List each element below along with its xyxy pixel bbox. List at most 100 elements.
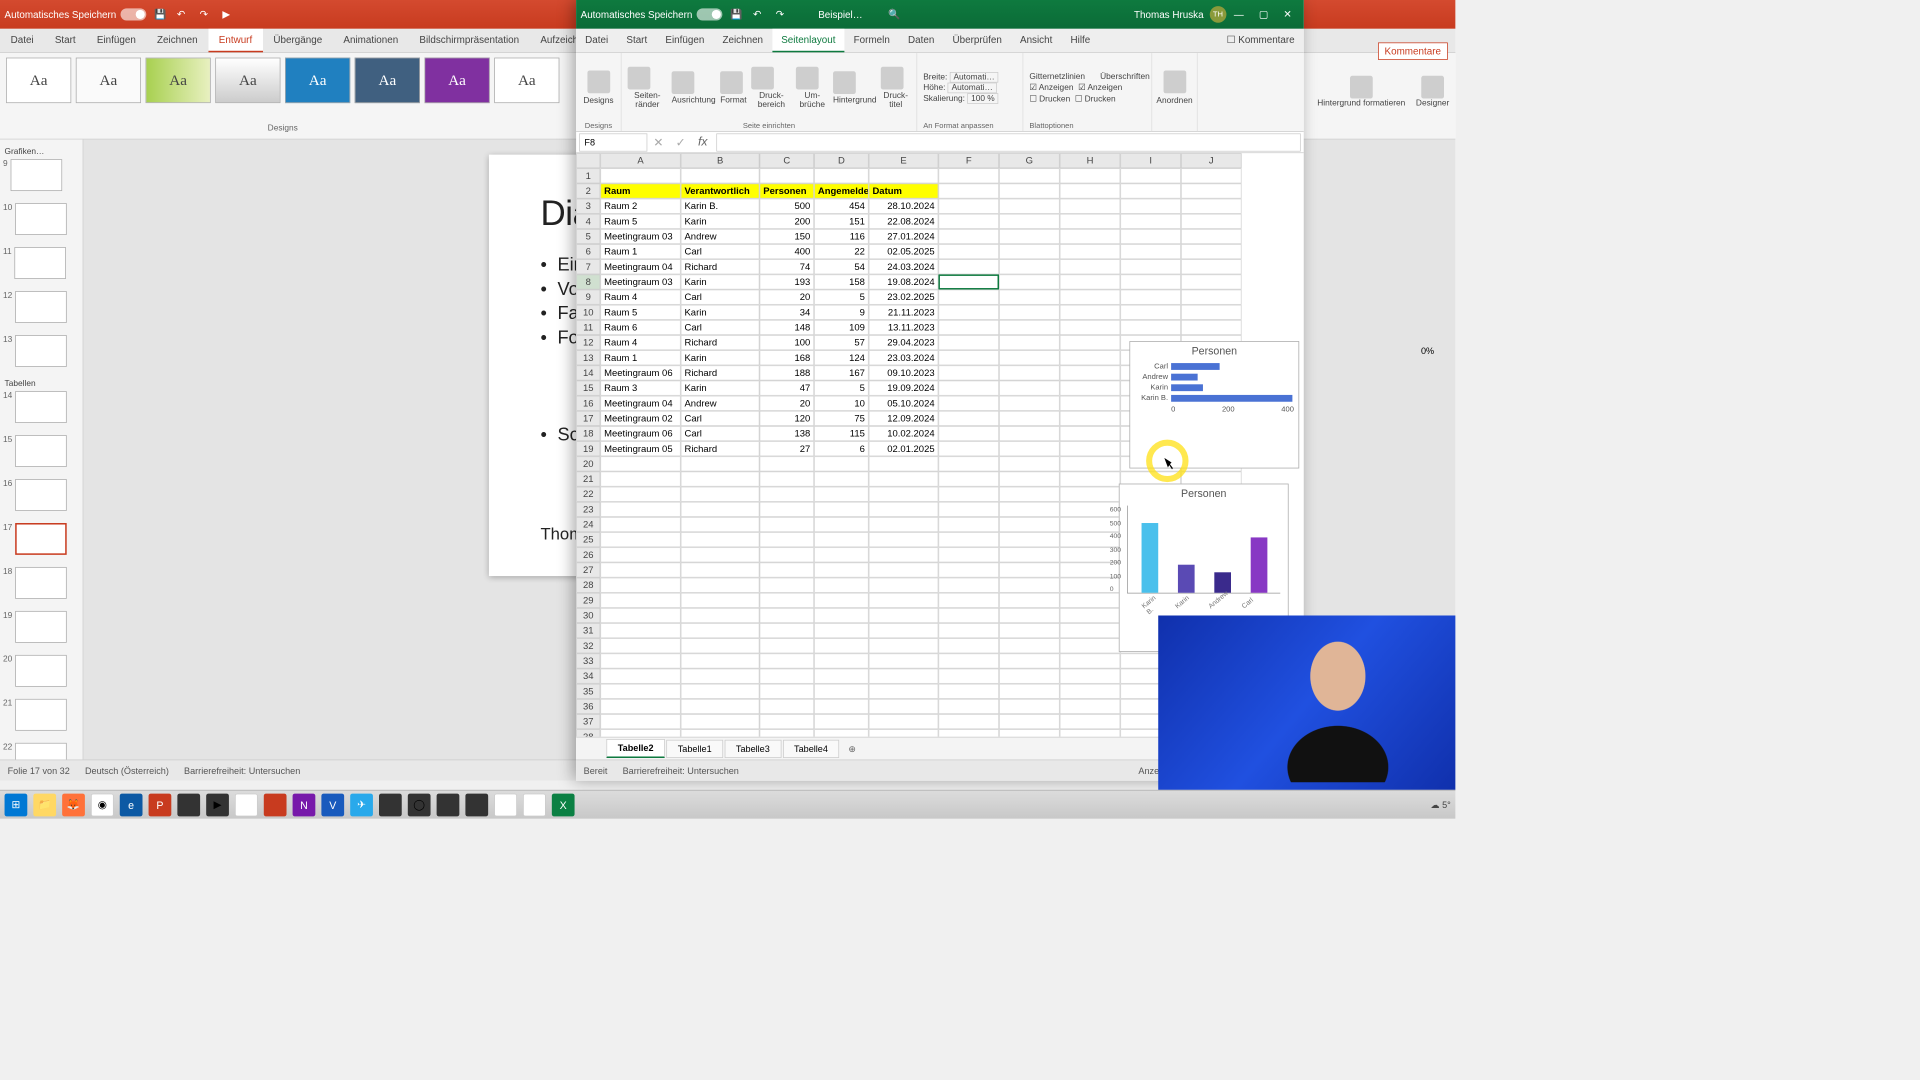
- slide-thumbnail[interactable]: 14: [3, 391, 80, 423]
- minimize-icon[interactable]: —: [1234, 9, 1244, 20]
- powerpoint-icon[interactable]: P: [149, 793, 172, 816]
- accessibility-status[interactable]: Barrierefreiheit: Untersuchen: [623, 765, 739, 776]
- ribbon-tab-einfügen[interactable]: Einfügen: [656, 29, 713, 52]
- slide-thumbnail[interactable]: 22: [3, 743, 80, 760]
- name-box[interactable]: [579, 133, 647, 151]
- telegram-icon[interactable]: ✈: [350, 793, 373, 816]
- margins-button[interactable]: Seiten-ränder: [628, 66, 667, 108]
- breaks-button[interactable]: Um-brüche: [796, 66, 828, 108]
- ribbon-tab-animationen[interactable]: Animationen: [333, 29, 409, 52]
- print-area-button[interactable]: Druck-bereich: [751, 66, 792, 108]
- user-name[interactable]: Thomas Hruska: [1134, 9, 1204, 20]
- user-avatar[interactable]: TH: [1210, 6, 1227, 23]
- ribbon-tab-entwurf[interactable]: Entwurf: [208, 29, 263, 52]
- slide-thumbnail[interactable]: 11: [3, 247, 80, 279]
- ribbon-tab-übergänge[interactable]: Übergänge: [263, 29, 333, 52]
- print-titles-button[interactable]: Druck-titel: [881, 66, 910, 108]
- autosave-toggle[interactable]: Automatisches Speichern: [5, 8, 147, 20]
- ribbon-tab-seitenlayout[interactable]: Seitenlayout: [772, 29, 844, 52]
- app-icon[interactable]: [379, 793, 402, 816]
- ribbon-tab-formeln[interactable]: Formeln: [845, 29, 899, 52]
- size-button[interactable]: Format: [720, 71, 746, 104]
- fx-icon[interactable]: fx: [698, 135, 707, 149]
- slide-thumbnail[interactable]: 21: [3, 699, 80, 731]
- design-gallery[interactable]: AaAaAa AaAaAa AaAa: [6, 58, 559, 103]
- app-icon[interactable]: ▶: [206, 793, 229, 816]
- chrome-icon[interactable]: ◉: [91, 793, 114, 816]
- sheet-tab[interactable]: Tabelle4: [783, 739, 840, 757]
- onenote-icon[interactable]: N: [293, 793, 316, 816]
- ribbon-tab-datei[interactable]: Datei: [576, 29, 617, 52]
- slide-thumbnail[interactable]: 13: [3, 335, 80, 367]
- designer-button[interactable]: Designer: [1416, 76, 1449, 108]
- sheet-tab[interactable]: Tabelle3: [725, 739, 782, 757]
- slide-thumbnail[interactable]: 12: [3, 291, 80, 323]
- app-icon[interactable]: [235, 793, 258, 816]
- edge-icon[interactable]: e: [120, 793, 143, 816]
- enter-icon[interactable]: ✓: [676, 135, 686, 150]
- slide-thumbnail[interactable]: 20: [3, 655, 80, 687]
- sheet-tab[interactable]: Tabelle2: [606, 739, 664, 758]
- start-button[interactable]: ⊞: [5, 793, 28, 816]
- accessibility-status[interactable]: Barrierefreiheit: Untersuchen: [184, 765, 300, 776]
- slide-thumbnail[interactable]: 15: [3, 435, 80, 467]
- slide-thumbnail[interactable]: 16: [3, 479, 80, 511]
- slide-thumbnail[interactable]: 9: [3, 159, 80, 191]
- new-sheet-button[interactable]: ⊕: [848, 743, 856, 754]
- ribbon-tab-start[interactable]: Start: [44, 29, 86, 52]
- app-icon[interactable]: ◯: [408, 793, 431, 816]
- formula-input[interactable]: [717, 133, 1301, 151]
- app-icon[interactable]: [494, 793, 517, 816]
- quick-access-toolbar[interactable]: 💾↶↷▶: [154, 8, 234, 20]
- firefox-icon[interactable]: 🦊: [62, 793, 85, 816]
- excel-ribbon-tabs: DateiStartEinfügenZeichnenSeitenlayoutFo…: [576, 29, 1304, 53]
- visualstudio-icon[interactable]: V: [321, 793, 344, 816]
- ribbon-tab-einfügen[interactable]: Einfügen: [86, 29, 146, 52]
- ribbon-tab-start[interactable]: Start: [617, 29, 656, 52]
- excel-icon[interactable]: X: [552, 793, 575, 816]
- ribbon-tab-zeichnen[interactable]: Zeichnen: [713, 29, 772, 52]
- undo-icon: ↶: [177, 8, 189, 20]
- language-indicator[interactable]: Deutsch (Österreich): [85, 765, 169, 776]
- quick-access-toolbar[interactable]: 💾↶↷: [730, 8, 788, 20]
- undo-icon: ↶: [753, 8, 765, 20]
- slide-thumbnail[interactable]: 18: [3, 567, 80, 599]
- format-background-button[interactable]: Hintergrund formatieren: [1317, 76, 1405, 108]
- maximize-icon[interactable]: ▢: [1259, 8, 1268, 20]
- slideshow-icon: ▶: [222, 8, 234, 20]
- app-icon[interactable]: [465, 793, 488, 816]
- document-name[interactable]: Beispiel…: [818, 9, 862, 20]
- arrange-button[interactable]: Anordnen: [1152, 53, 1197, 131]
- sheet-tab[interactable]: Tabelle1: [666, 739, 723, 757]
- windows-taskbar: ⊞ 📁 🦊 ◉ e P ▶ N V ✈ ◯ X ☁ 5°: [0, 790, 1455, 819]
- cancel-icon[interactable]: ✕: [653, 135, 663, 150]
- comments-button[interactable]: Kommentare: [1378, 42, 1448, 59]
- search-icon[interactable]: 🔍: [888, 8, 900, 20]
- designs-button[interactable]: DesignsDesigns: [576, 53, 621, 131]
- ribbon-tab-ansicht[interactable]: Ansicht: [1011, 29, 1062, 52]
- ribbon-tab-bildschirmpräsentation[interactable]: Bildschirmpräsentation: [409, 29, 530, 52]
- slide-thumbnail[interactable]: 19: [3, 611, 80, 643]
- app-icon[interactable]: [177, 793, 200, 816]
- ribbon-tab-zeichnen[interactable]: Zeichnen: [146, 29, 208, 52]
- ribbon-tab-hilfe[interactable]: Hilfe: [1061, 29, 1099, 52]
- ribbon-tab-datei[interactable]: Datei: [0, 29, 44, 52]
- ribbon-tab-überprüfen[interactable]: Überprüfen: [943, 29, 1010, 52]
- weather-widget[interactable]: ☁ 5°: [1430, 799, 1450, 810]
- section-header[interactable]: Grafiken…: [5, 147, 80, 156]
- zoom-value[interactable]: 0%: [1421, 346, 1434, 357]
- orientation-button[interactable]: Ausrichtung: [672, 71, 716, 104]
- slide-thumbnail[interactable]: 10: [3, 203, 80, 235]
- app-icon[interactable]: [437, 793, 460, 816]
- background-button[interactable]: Hintergrund: [833, 71, 877, 104]
- close-icon[interactable]: ✕: [1283, 8, 1291, 20]
- app-icon[interactable]: [264, 793, 287, 816]
- section-header[interactable]: Tabellen: [5, 379, 80, 388]
- comments-button[interactable]: ☐ Kommentare: [1218, 29, 1304, 52]
- ribbon-tab-daten[interactable]: Daten: [899, 29, 943, 52]
- autosave-toggle[interactable]: Automatisches Speichern: [581, 8, 723, 20]
- slide-thumbnail[interactable]: 17: [3, 523, 80, 555]
- slide-thumbnail-panel[interactable]: Grafiken… 9 10 11 12 13 Tabellen 14 15 16 17 18 1…: [0, 139, 83, 759]
- app-icon[interactable]: [523, 793, 546, 816]
- file-explorer-icon[interactable]: 📁: [33, 793, 56, 816]
